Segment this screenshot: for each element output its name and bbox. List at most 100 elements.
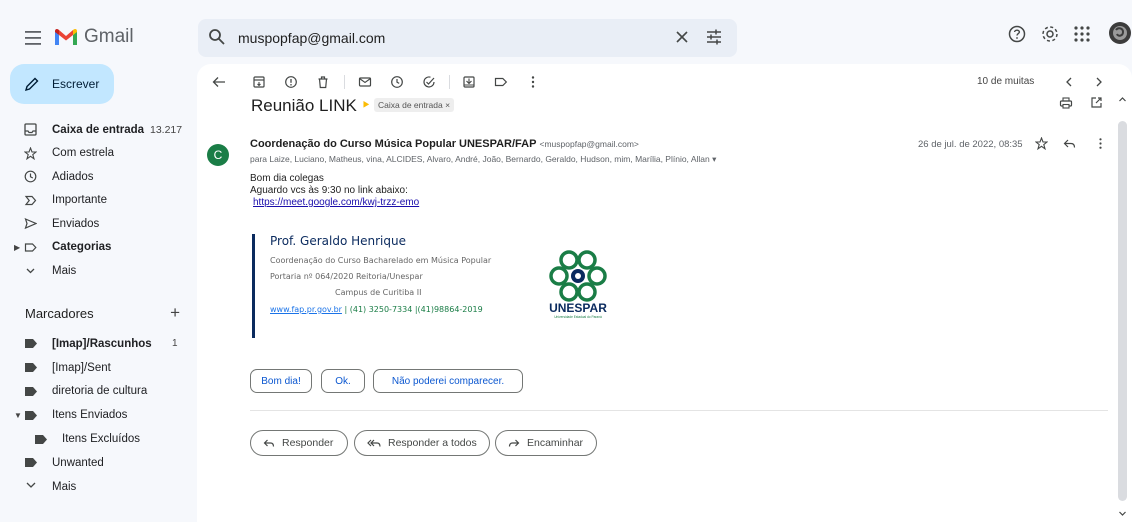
label-item[interactable]: [Imap]/Rascunhos 1 <box>0 332 195 356</box>
expand-caret-icon[interactable]: ▶ <box>14 243 20 252</box>
smart-reply-chip[interactable]: Não poderei comparecer. <box>373 369 523 393</box>
inbox-label-chip[interactable]: Caixa de entrada × <box>374 98 455 112</box>
sidebar-item-label: Com estrela <box>52 147 114 160</box>
star-message-icon[interactable] <box>1035 137 1048 150</box>
labels-heading-text: Marcadores <box>25 306 94 321</box>
sidebar-item-label: Mais <box>52 264 77 277</box>
search-input[interactable] <box>238 28 638 48</box>
divider <box>250 410 1108 411</box>
gmail-logo[interactable]: Gmail <box>54 24 134 50</box>
add-to-tasks-icon[interactable] <box>419 72 439 92</box>
smart-reply-chip[interactable]: Ok. <box>321 369 365 393</box>
delete-icon[interactable] <box>313 72 333 92</box>
sidebar-item-important[interactable]: Importante <box>0 189 195 213</box>
compose-label: Escrever <box>52 77 100 91</box>
label-tag-icon <box>25 363 37 373</box>
mark-unread-icon[interactable] <box>355 72 375 92</box>
open-new-window-icon[interactable] <box>1090 96 1103 109</box>
chevron-down-icon <box>25 481 37 490</box>
sidebar-item-snoozed[interactable]: Adiados <box>0 165 195 189</box>
older-chevron-right-icon[interactable] <box>1089 72 1109 92</box>
label-as-icon[interactable] <box>491 72 511 92</box>
signature-line: Campus de Curitiba II <box>335 288 422 297</box>
meet-link[interactable]: https://meet.google.com/kwj-trzz-emo <box>253 197 419 208</box>
labels-heading: Marcadores + <box>25 303 180 323</box>
account-avatar[interactable] <box>1108 21 1132 45</box>
body-line: Bom dia colegas <box>250 173 324 184</box>
move-to-icon[interactable] <box>459 72 479 92</box>
sender-line: Coordenação do Curso Música Popular UNES… <box>250 138 639 150</box>
signature-line: Portaria nº 064/2020 Reitoria/Unespar <box>270 272 423 281</box>
sidebar-item-categories[interactable]: ▶ Categorias <box>0 236 195 260</box>
recipients-line[interactable]: para Laize, Luciano, Matheus, vina, ALCI… <box>250 154 716 165</box>
compose-button[interactable]: Escrever <box>10 64 114 104</box>
apps-grid-icon[interactable] <box>1073 22 1091 46</box>
reply-button[interactable]: Responder <box>250 430 348 456</box>
scroll-thumb[interactable] <box>1118 121 1127 501</box>
main-menu-icon[interactable] <box>22 26 46 50</box>
sidebar-item-label: Adiados <box>52 170 94 183</box>
important-icon <box>24 194 37 207</box>
labels-more[interactable]: Mais <box>0 475 195 499</box>
more-vert-icon[interactable] <box>523 72 543 92</box>
sidebar-item-starred[interactable]: Com estrela <box>0 142 195 166</box>
sidebar-item-sent[interactable]: Enviados <box>0 212 195 236</box>
reply-button-label: Responder <box>282 437 334 449</box>
snooze-clock-icon[interactable] <box>387 72 407 92</box>
label-item[interactable]: Itens Excluídos <box>0 427 195 451</box>
label-item-text: Mais <box>52 480 77 493</box>
label-tag-icon <box>25 458 37 468</box>
smart-reply-chip[interactable]: Bom dia! <box>250 369 312 393</box>
print-icon[interactable] <box>1059 96 1073 110</box>
sender-email: <muspopfap@gmail.com> <box>539 139 639 149</box>
archive-icon[interactable] <box>249 72 269 92</box>
label-item[interactable]: [Imap]/Sent <box>0 356 195 380</box>
signature-line: Coordenação do Curso Bacharelado em Músi… <box>270 256 492 265</box>
message-subject: Reunião LINK <box>251 96 357 115</box>
add-label-icon[interactable]: + <box>170 303 180 323</box>
sidebar-item-label: Categorias <box>52 241 112 254</box>
message-more-vert-icon[interactable] <box>1094 137 1107 150</box>
email-signature: Prof. Geraldo Henrique Coordenação do Cu… <box>252 234 552 338</box>
signature-name: Prof. Geraldo Henrique <box>270 234 406 248</box>
label-icon <box>24 241 37 254</box>
forward-button[interactable]: Encaminhar <box>495 430 597 456</box>
inbox-icon <box>24 123 37 136</box>
label-item[interactable]: diretoria de cultura <box>0 380 195 404</box>
settings-gear-icon[interactable] <box>1040 22 1060 46</box>
collapse-caret-icon[interactable]: ▼ <box>14 411 22 420</box>
report-spam-icon[interactable] <box>281 72 301 92</box>
sidebar-item-inbox[interactable]: Caixa de entrada 13.217 <box>0 118 195 142</box>
sender-name[interactable]: Coordenação do Curso Música Popular UNES… <box>250 138 536 150</box>
message-scrollbar[interactable] <box>1116 121 1128 513</box>
newer-chevron-left-icon[interactable] <box>1059 72 1079 92</box>
signature-contact: www.fap.pr.gov.br | (41) 3250-7334 |(41)… <box>270 305 483 314</box>
reply-all-button-label: Responder a todos <box>388 437 477 449</box>
scroll-up-icon[interactable] <box>1118 95 1127 104</box>
toolbar-separator <box>449 75 450 89</box>
reply-all-button[interactable]: Responder a todos <box>354 430 490 456</box>
clear-search-icon[interactable] <box>672 27 692 47</box>
toolbar-separator <box>344 75 345 89</box>
reply-all-icon <box>367 437 381 449</box>
search-bar[interactable] <box>198 19 737 57</box>
label-tag-icon <box>25 386 37 396</box>
label-item[interactable]: ▼ Itens Enviados <box>0 403 195 427</box>
label-item[interactable]: Unwanted <box>0 451 195 475</box>
website-link[interactable]: www.fap.pr.gov.br <box>270 305 342 314</box>
label-item-text: Itens Enviados <box>52 409 128 422</box>
help-icon[interactable] <box>1007 22 1027 46</box>
label-tag-icon <box>35 434 47 444</box>
top-bar: Gmail <box>0 0 1132 64</box>
search-options-icon[interactable] <box>704 27 724 47</box>
sender-avatar[interactable]: C <box>207 144 229 166</box>
scroll-down-icon[interactable] <box>1118 509 1127 518</box>
pencil-icon <box>24 76 40 92</box>
back-arrow-icon[interactable] <box>209 72 229 92</box>
forward-button-label: Encaminhar <box>527 437 584 449</box>
search-icon[interactable] <box>208 28 226 46</box>
important-marker-icon[interactable]: ⯈ <box>361 98 371 113</box>
sidebar-item-more[interactable]: Mais <box>0 259 195 283</box>
reply-icon[interactable] <box>1063 137 1076 150</box>
message-body: Bom dia colegas Aguardo vcs às 9:30 no l… <box>250 173 419 209</box>
